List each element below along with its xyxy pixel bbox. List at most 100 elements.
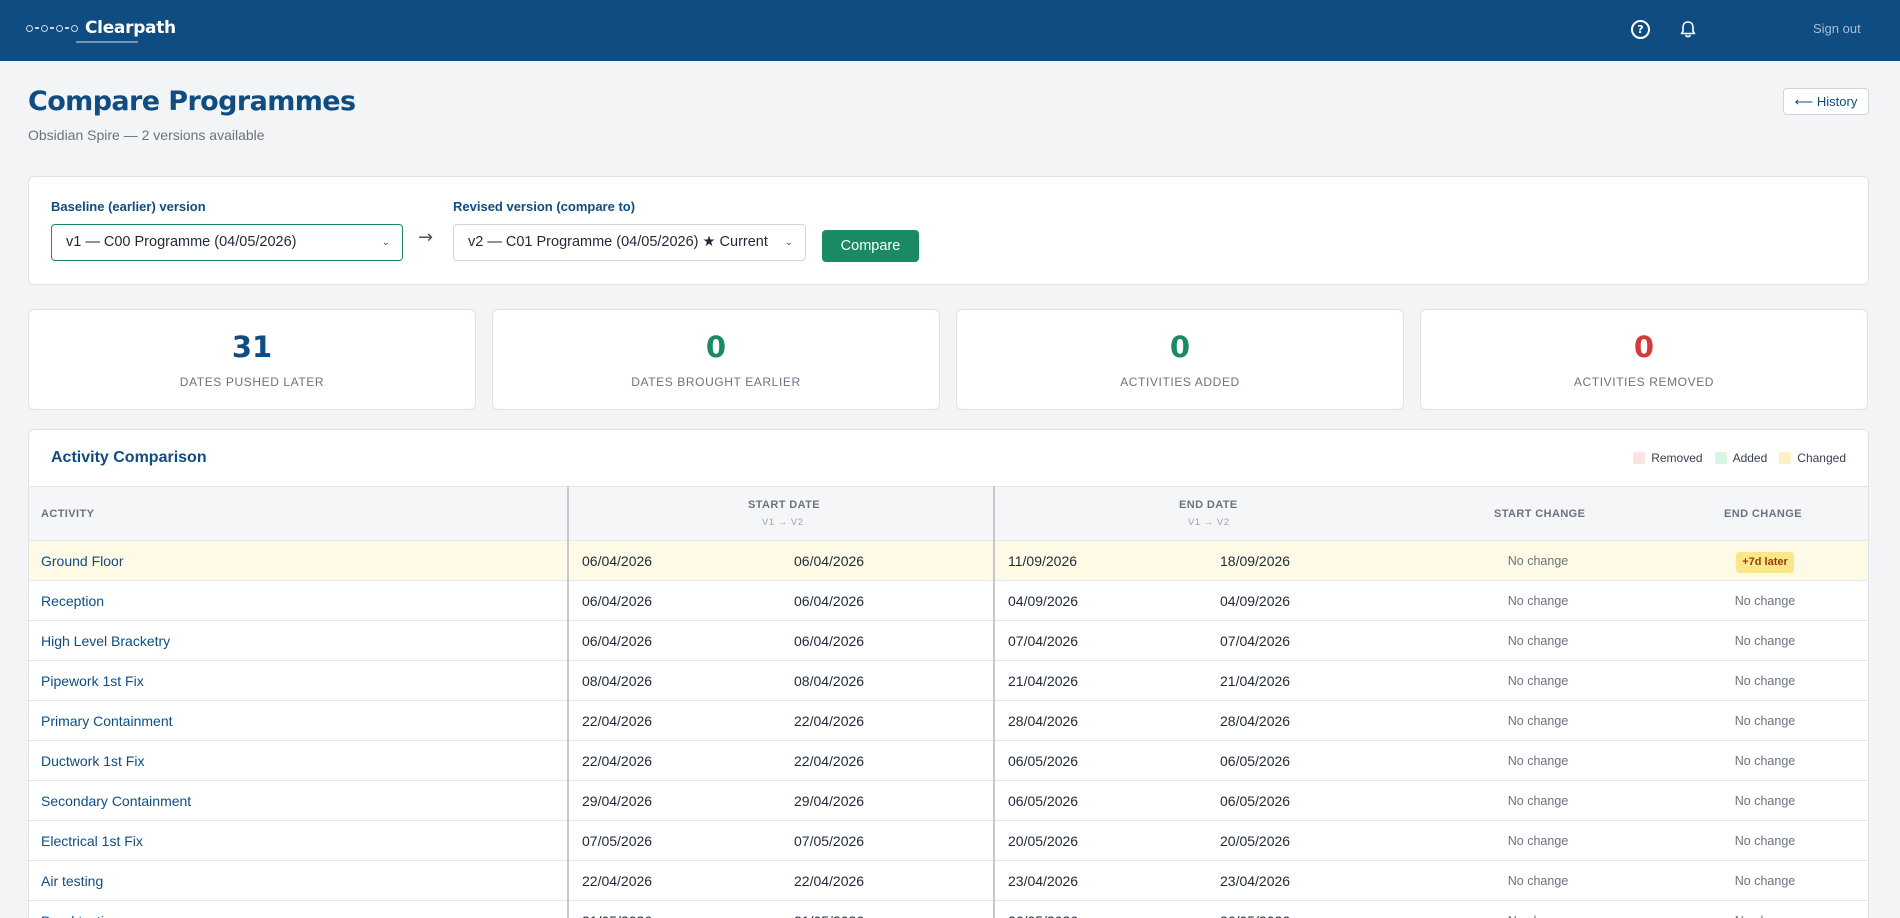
stat-value: 0 — [1169, 330, 1191, 364]
table-row[interactable]: Primary Containment 22/04/2026 22/04/2026 2… — [29, 701, 1868, 741]
start-date-v2: 22/04/2026 — [794, 713, 865, 729]
end-change: No change — [1734, 834, 1796, 848]
stat-label: DATES BROUGHT EARLIER — [631, 375, 801, 389]
page-title: Compare Programmes — [28, 86, 356, 117]
legend-item-removed: Removed — [1633, 451, 1703, 465]
legend-item-added: Added — [1714, 451, 1768, 465]
activity-name[interactable]: Ground Floor — [41, 541, 123, 581]
end-date-v1: 06/05/2026 — [1008, 793, 1079, 809]
stat-card-activities-added: 0 ACTIVITIES ADDED — [956, 309, 1404, 410]
end-date-v2: 28/04/2026 — [1220, 713, 1291, 729]
start-change: No change — [1458, 901, 1618, 918]
end-change: No change — [1734, 594, 1796, 608]
end-change: No change — [1734, 674, 1796, 688]
end-date-v2: 23/04/2026 — [1220, 873, 1291, 889]
legend-label: Changed — [1797, 451, 1846, 465]
start-change: No change — [1507, 834, 1569, 848]
end-date-v1: 07/04/2026 — [1008, 633, 1079, 649]
table-row[interactable]: Ductwork 1st Fix 22/04/2026 22/04/2026 06/0… — [29, 741, 1868, 781]
baseline-version-value: v1 — C00 Programme (04/05/2026) — [66, 234, 297, 250]
start-change: No change — [1507, 554, 1569, 568]
version-compare-panel: Baseline (earlier) version v1 — C00 Prog… — [28, 176, 1869, 285]
baseline-version-select[interactable]: v1 — C00 Programme (04/05/2026) ⌄ — [51, 224, 403, 261]
end-date-v1: 11/09/2026 — [1008, 553, 1078, 569]
start-date-v2: 06/04/2026 — [794, 553, 865, 569]
end-date-v1: 06/05/2026 — [1008, 753, 1079, 769]
sign-out-link[interactable]: Sign out — [1813, 21, 1861, 36]
clearpath-logo[interactable]: Clearpath — [26, 19, 176, 43]
table-row[interactable]: Secondary Containment 29/04/2026 29/04/202… — [29, 781, 1868, 821]
start-date-v2: 22/04/2026 — [794, 753, 865, 769]
end-date-v1: 21/04/2026 — [1008, 673, 1079, 689]
stat-value: 0 — [1633, 330, 1655, 364]
activity-comparison-card: Activity Comparison Removed Added Change… — [28, 429, 1869, 918]
activity-comparison-title: Activity Comparison — [51, 449, 207, 466]
start-date-v1: 06/04/2026 — [582, 593, 653, 609]
start-change: No change — [1507, 794, 1569, 808]
table-row[interactable]: High Level Bracketry 06/04/2026 06/04/2026… — [29, 621, 1868, 661]
activity-name[interactable]: Dead testing — [41, 901, 120, 918]
start-change: No change — [1507, 634, 1569, 648]
activity-name[interactable]: Reception — [41, 581, 104, 621]
legend-label: Added — [1732, 451, 1768, 465]
start-change: No change — [1507, 874, 1569, 888]
activity-name[interactable]: Air testing — [41, 861, 103, 901]
start-date-v2: 29/04/2026 — [794, 793, 865, 809]
start-date-v1: 21/05/2026 — [582, 901, 652, 918]
start-date-v1: 22/04/2026 — [582, 873, 653, 889]
start-change: No change — [1507, 674, 1569, 688]
column-header-start-change[interactable]: START CHANGE — [1494, 508, 1585, 520]
bell-icon[interactable] — [1679, 20, 1697, 39]
start-date-v2: 08/04/2026 — [794, 673, 865, 689]
activity-name[interactable]: Secondary Containment — [41, 781, 191, 821]
end-change: No change — [1734, 714, 1796, 728]
end-date-v1: 23/04/2026 — [1008, 873, 1079, 889]
end-date-v2: 06/05/2026 — [1220, 793, 1291, 809]
page-subtitle: Obsidian Spire — 2 versions available — [28, 127, 265, 143]
table-header: ACTIVITY START DATE V1 → V2 END DATE V1 … — [29, 486, 1868, 541]
stat-card-dates-brought-earlier: 0 DATES BROUGHT EARLIER — [492, 309, 940, 410]
column-header-end-change[interactable]: END CHANGE — [1724, 508, 1802, 520]
activity-name[interactable]: Pipework 1st Fix — [41, 661, 144, 701]
column-header-activity[interactable]: ACTIVITY — [41, 508, 94, 520]
start-date-v1: 06/04/2026 — [582, 633, 653, 649]
chevron-down-icon: ⌄ — [784, 237, 793, 248]
start-date-v2: 06/04/2026 — [794, 633, 865, 649]
compare-button[interactable]: Compare — [822, 230, 919, 262]
activity-name[interactable]: Ductwork 1st Fix — [41, 741, 144, 781]
start-date-v1: 07/05/2026 — [582, 833, 653, 849]
table-row[interactable]: Ground Floor 06/04/2026 06/04/2026 11/09/20… — [29, 541, 1868, 581]
revised-version-select[interactable]: v2 — C01 Programme (04/05/2026) ★ Curren… — [453, 224, 806, 261]
end-date-v2: 20/05/2026 — [1220, 833, 1291, 849]
start-date-v1: 22/04/2026 — [582, 713, 653, 729]
stat-card-dates-pushed-later: 31 DATES PUSHED LATER — [28, 309, 476, 410]
question-circle-icon[interactable]: ? — [1631, 20, 1650, 39]
table-row[interactable]: Dead testing 21/05/2026 21/05/2026 26/05/20… — [29, 901, 1868, 918]
column-header-end-date[interactable]: END DATE — [1179, 499, 1238, 511]
table-row[interactable]: Electrical 1st Fix 07/05/2026 07/05/2026 20… — [29, 821, 1868, 861]
column-header-start-date[interactable]: START DATE — [748, 499, 820, 511]
legend-item-changed: Changed — [1779, 451, 1846, 465]
change-badge: +7d later — [1736, 552, 1794, 573]
table-row[interactable]: Air testing 22/04/2026 22/04/2026 23/04/202… — [29, 861, 1868, 901]
end-change: No change — [1734, 634, 1796, 648]
column-subheader-start-versions: V1 → V2 — [762, 517, 804, 528]
end-date-v2: 04/09/2026 — [1220, 593, 1291, 609]
end-date-v1: 26/05/2026 — [1008, 901, 1078, 918]
column-subheader-end-versions: V1 → V2 — [1188, 517, 1230, 528]
compare-arrow-icon: → — [418, 227, 434, 248]
logo-tagline-mark — [76, 41, 138, 43]
start-date-v1: 29/04/2026 — [582, 793, 653, 809]
end-change: +7d later — [1685, 541, 1845, 581]
legend-swatch-added — [1714, 452, 1727, 464]
end-date-v2: 26/05/2026 — [1220, 901, 1290, 918]
stat-card-activities-removed: 0 ACTIVITIES REMOVED — [1420, 309, 1868, 410]
activity-name[interactable]: High Level Bracketry — [41, 621, 170, 661]
activity-name[interactable]: Primary Containment — [41, 701, 173, 741]
table-row[interactable]: Reception 06/04/2026 06/04/2026 04/09/2026 0… — [29, 581, 1868, 621]
table-row[interactable]: Pipework 1st Fix 08/04/2026 08/04/2026 21/0… — [29, 661, 1868, 701]
legend-swatch-removed — [1633, 452, 1646, 464]
history-button[interactable]: ⟵ History — [1783, 88, 1869, 115]
start-change: No change — [1507, 714, 1569, 728]
activity-name[interactable]: Electrical 1st Fix — [41, 821, 143, 861]
